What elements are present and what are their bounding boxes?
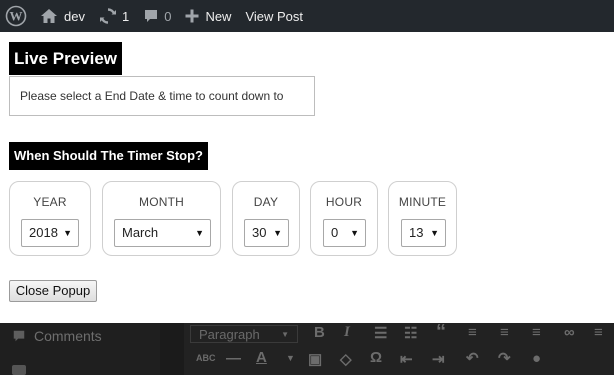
- editor-toolbar: Paragraph ▼ B I ☰ ☷ “ ≡ ≡ ≡ ∞ ≡ ABC — A …: [184, 321, 614, 375]
- wordpress-icon: W: [5, 5, 27, 27]
- chevron-down-icon: ▼: [195, 228, 204, 238]
- special-character-icon[interactable]: Ω: [370, 349, 382, 366]
- align-center-icon[interactable]: ≡: [500, 324, 509, 341]
- month-value: March: [122, 225, 159, 240]
- updates-count: 1: [121, 8, 130, 24]
- block-format-select[interactable]: Paragraph ▼: [190, 325, 298, 343]
- svg-text:W: W: [10, 9, 23, 24]
- close-popup-button[interactable]: Close Popup: [9, 280, 97, 302]
- hour-value: 0: [331, 225, 339, 240]
- numbered-list-icon[interactable]: ☷: [404, 324, 417, 342]
- year-caption: YEAR: [33, 195, 67, 209]
- sidebar-item-icon: [12, 365, 26, 375]
- clear-formatting-icon[interactable]: ◇: [340, 350, 352, 368]
- minute-field: MINUTE 13 ▼: [388, 181, 457, 256]
- day-select[interactable]: 30 ▼: [244, 219, 289, 247]
- sidebar-item-label: Comments: [34, 328, 102, 344]
- horizontal-line-icon[interactable]: —: [226, 350, 241, 367]
- comment-icon: [145, 10, 158, 22]
- view-post-link[interactable]: View Post: [238, 0, 310, 32]
- site-name: dev: [64, 8, 85, 24]
- chevron-down-icon: ▼: [281, 329, 289, 339]
- home-icon: [41, 9, 57, 23]
- chevron-down-icon: ▼: [273, 228, 282, 238]
- chevron-down-icon: ▼: [63, 228, 72, 238]
- year-value: 2018: [29, 225, 58, 240]
- timer-stop-title: When Should The Timer Stop?: [9, 142, 208, 170]
- admin-sidebar: Comments: [0, 323, 160, 375]
- month-caption: MONTH: [139, 195, 184, 209]
- new-content-menu[interactable]: New: [178, 0, 238, 32]
- chevron-down-icon: ▼: [430, 228, 439, 238]
- italic-icon[interactable]: I: [344, 324, 350, 341]
- updates-icon: [99, 8, 116, 24]
- year-field: YEAR 2018 ▼: [9, 181, 91, 256]
- blockquote-icon[interactable]: “: [436, 321, 446, 344]
- indent-icon[interactable]: ⇥: [432, 350, 445, 368]
- comment-icon: [13, 330, 25, 342]
- unlink-icon[interactable]: ≡: [594, 324, 603, 341]
- help-icon[interactable]: ●: [532, 350, 541, 367]
- hour-select[interactable]: 0 ▼: [323, 219, 366, 247]
- admin-bar: W dev 1 0 New View Post: [0, 0, 614, 32]
- minute-caption: MINUTE: [398, 195, 447, 209]
- day-field: DAY 30 ▼: [232, 181, 300, 256]
- new-label: New: [205, 8, 232, 24]
- align-right-icon[interactable]: ≡: [532, 324, 541, 341]
- plus-icon: [185, 9, 199, 23]
- align-left-icon[interactable]: ≡: [468, 324, 477, 341]
- comments-count: 0: [164, 8, 172, 24]
- day-value: 30: [252, 225, 267, 240]
- live-preview-title: Live Preview: [9, 42, 123, 75]
- sidebar-item-comments[interactable]: Comments: [12, 328, 102, 344]
- block-format-value: Paragraph: [199, 326, 260, 342]
- bold-icon[interactable]: B: [314, 324, 325, 341]
- comments-menu[interactable]: 0: [136, 0, 178, 32]
- hour-field: HOUR 0 ▼: [310, 181, 378, 256]
- redo-icon[interactable]: ↷: [498, 349, 511, 367]
- text-color-icon[interactable]: A: [256, 349, 267, 366]
- wordpress-menu[interactable]: W: [0, 0, 33, 32]
- day-caption: DAY: [253, 195, 279, 209]
- link-icon[interactable]: ∞: [564, 324, 575, 341]
- paste-text-icon[interactable]: ▣: [308, 350, 322, 368]
- chevron-down-icon: ▼: [350, 228, 359, 238]
- minute-select[interactable]: 13 ▼: [401, 219, 446, 247]
- countdown-popup: Live Preview Please select a End Date & …: [0, 32, 614, 323]
- editor-background: Comments Paragraph ▼ B I ☰ ☷ “ ≡ ≡ ≡ ∞ ≡…: [0, 321, 614, 375]
- month-select[interactable]: March ▼: [114, 219, 211, 247]
- site-name-menu[interactable]: dev: [33, 0, 92, 32]
- bullet-list-icon[interactable]: ☰: [374, 324, 387, 342]
- minute-value: 13: [409, 225, 424, 240]
- outdent-icon[interactable]: ⇤: [400, 350, 413, 368]
- preview-message: Please select a End Date & time to count…: [9, 76, 315, 116]
- chevron-down-icon[interactable]: ▼: [286, 353, 295, 363]
- month-field: MONTH March ▼: [102, 181, 221, 256]
- undo-icon[interactable]: ↶: [466, 349, 479, 367]
- updates-menu[interactable]: 1: [92, 0, 136, 32]
- strikethrough-icon[interactable]: ABC: [196, 353, 216, 363]
- hour-caption: HOUR: [325, 195, 363, 209]
- year-select[interactable]: 2018 ▼: [21, 219, 79, 247]
- view-post-label: View Post: [245, 8, 304, 24]
